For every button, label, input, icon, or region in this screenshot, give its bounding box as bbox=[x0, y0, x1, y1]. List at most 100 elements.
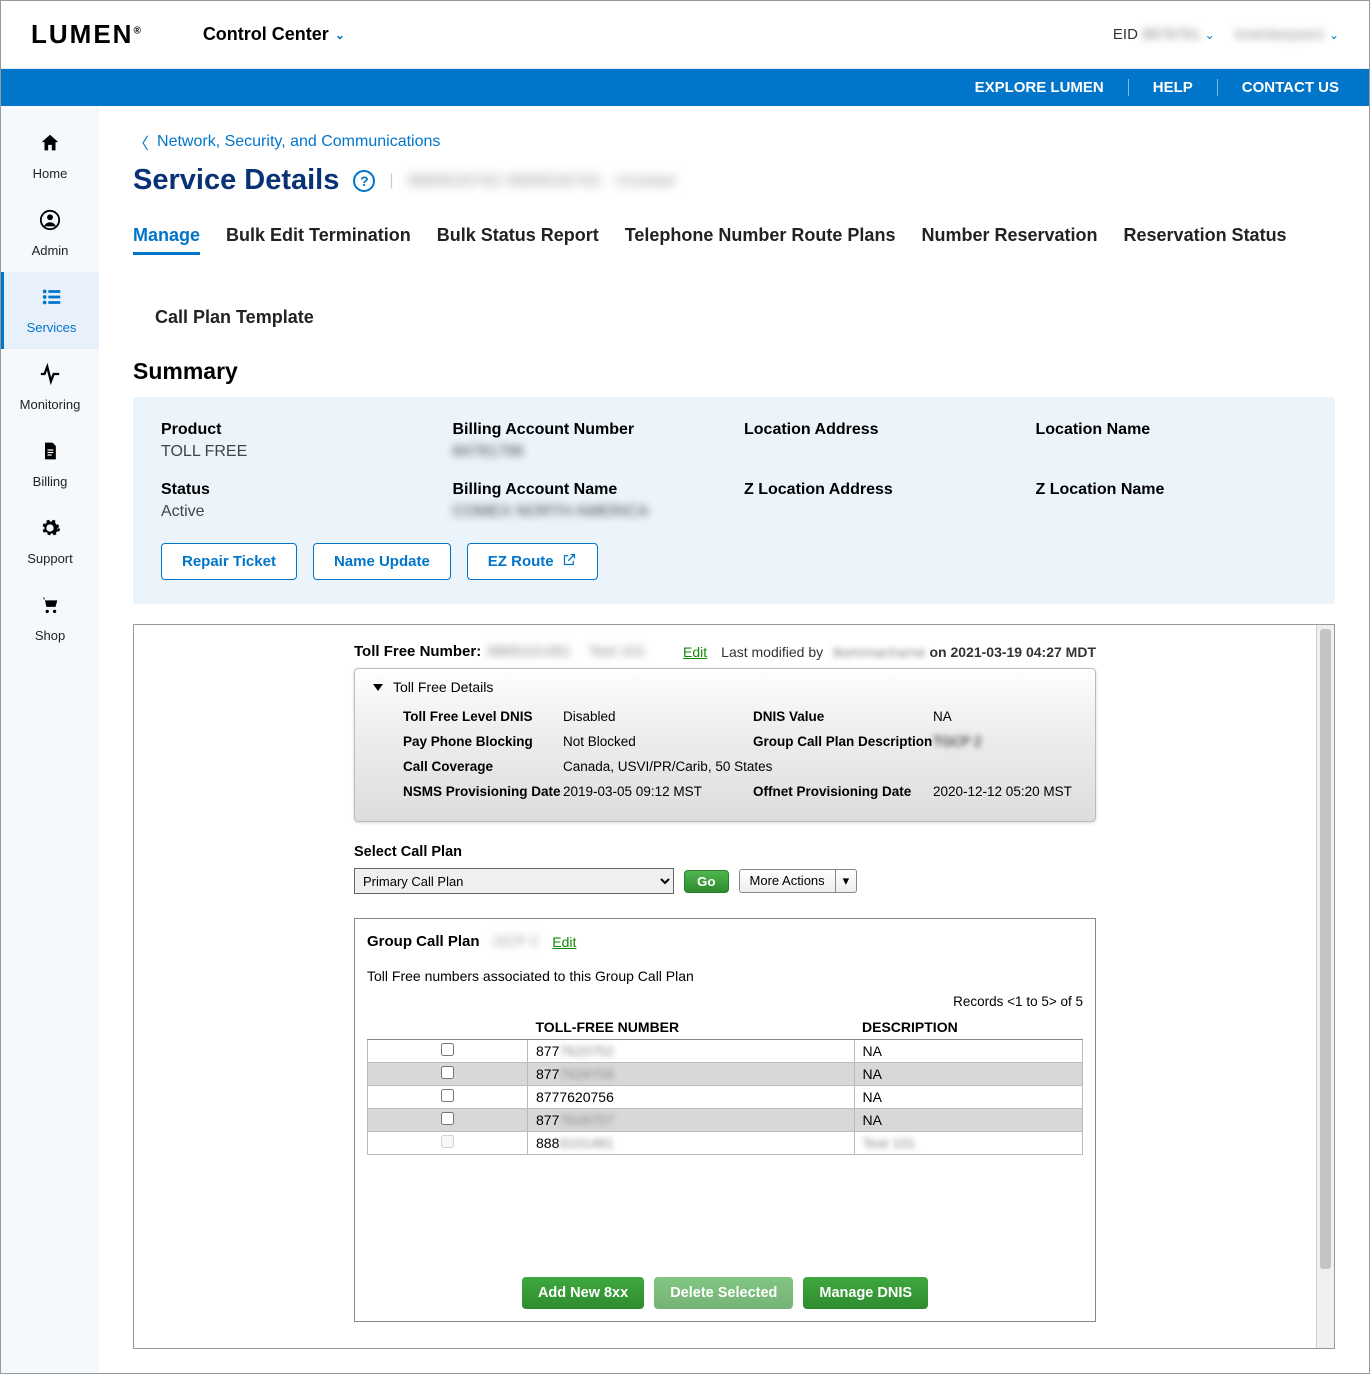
scrollbar-thumb[interactable] bbox=[1320, 629, 1331, 1269]
add-new-8xx-button[interactable]: Add New 8xx bbox=[522, 1277, 644, 1309]
table-row: 8889101481 Test 101 bbox=[368, 1132, 1083, 1155]
sidebar-item-admin[interactable]: Admin bbox=[1, 195, 99, 272]
tab-reservation-status[interactable]: Reservation Status bbox=[1124, 225, 1287, 255]
user-dropdown[interactable]: inventoryusr1 ⌄ bbox=[1235, 26, 1339, 43]
coverage-value: Canada, USVI/PR/Carib, 50 States bbox=[563, 759, 1077, 774]
nsms-date-label: NSMS Provisioning Date bbox=[403, 784, 563, 799]
sidebar-item-billing[interactable]: Billing bbox=[1, 426, 99, 503]
row-checkbox[interactable] bbox=[441, 1135, 454, 1148]
ban-label: Billing Account Number bbox=[453, 421, 725, 439]
row-checkbox[interactable] bbox=[441, 1089, 454, 1102]
records-count: Records <1 to 5> of 5 bbox=[367, 994, 1083, 1009]
toll-free-table: TOLL-FREE NUMBER DESCRIPTION 8777620752 … bbox=[367, 1015, 1083, 1155]
z-location-name-label: Z Location Name bbox=[1036, 481, 1308, 499]
toll-free-number-value: 8889101481 bbox=[487, 643, 570, 660]
tab-telephone-number-route-plans[interactable]: Telephone Number Route Plans bbox=[625, 225, 896, 255]
manage-dnis-button[interactable]: Manage DNIS bbox=[803, 1277, 928, 1309]
table-row: 8777628756 NA bbox=[368, 1063, 1083, 1086]
control-center-dropdown[interactable]: Control Center ⌄ bbox=[203, 24, 345, 45]
ez-route-button[interactable]: EZ Route bbox=[467, 543, 598, 580]
row-checkbox[interactable] bbox=[441, 1043, 454, 1056]
sidebar-item-shop[interactable]: Shop bbox=[1, 580, 99, 657]
help-icon[interactable]: ? bbox=[353, 170, 375, 192]
payphone-value: Not Blocked bbox=[563, 734, 753, 749]
sidebar-item-label: Services bbox=[27, 320, 77, 335]
summary-box: ProductTOLL FREE Billing Account Number8… bbox=[133, 397, 1335, 604]
gcp-desc-value: TGCP 2 bbox=[933, 734, 1077, 749]
delete-selected-button[interactable]: Delete Selected bbox=[654, 1277, 793, 1309]
select-call-plan-label: Select Call Plan bbox=[354, 844, 1096, 860]
call-plan-select[interactable]: Primary Call Plan bbox=[354, 868, 674, 894]
sidebar-item-support[interactable]: Support bbox=[1, 503, 99, 580]
repair-ticket-button[interactable]: Repair Ticket bbox=[161, 543, 297, 580]
last-modified-text: Last modified by tkemmacharne on 2021-03… bbox=[721, 644, 1096, 660]
nsms-date-value: 2019-03-05 09:12 MST bbox=[563, 784, 753, 799]
document-icon bbox=[40, 440, 60, 468]
list-icon bbox=[41, 286, 63, 314]
eid-dropdown[interactable]: EID 8878781 ⌄ bbox=[1113, 26, 1215, 43]
contact-us-link[interactable]: CONTACT US bbox=[1217, 79, 1339, 96]
sidebar-item-services[interactable]: Services bbox=[1, 272, 99, 349]
user-value: inventoryusr1 bbox=[1235, 26, 1325, 43]
more-actions-dropdown[interactable]: More Actions ▾ bbox=[739, 869, 858, 893]
sidebar-item-label: Support bbox=[27, 551, 73, 566]
row-checkbox[interactable] bbox=[441, 1112, 454, 1125]
toll-free-details-title: Toll Free Details bbox=[393, 679, 493, 695]
table-row: 8777628757 NA bbox=[368, 1109, 1083, 1132]
eid-label: EID bbox=[1113, 26, 1138, 43]
gcp-desc-label: Group Call Plan Description bbox=[753, 734, 933, 749]
explore-lumen-link[interactable]: EXPLORE LUMEN bbox=[951, 79, 1104, 96]
page-title: Service Details bbox=[133, 164, 339, 197]
more-actions-label: More Actions bbox=[740, 870, 835, 892]
row-checkbox[interactable] bbox=[441, 1066, 454, 1079]
control-center-label: Control Center bbox=[203, 24, 329, 45]
help-link[interactable]: HELP bbox=[1128, 79, 1193, 96]
table-row: 8777620756 NA bbox=[368, 1086, 1083, 1109]
scrollbar[interactable] bbox=[1316, 625, 1334, 1348]
edit-group-link[interactable]: Edit bbox=[552, 934, 576, 950]
status-label: Status bbox=[161, 481, 433, 499]
group-call-plan-id: GCP 2 bbox=[494, 933, 539, 950]
dnis-value: Disabled bbox=[563, 709, 753, 724]
cart-icon bbox=[39, 594, 61, 622]
chevron-down-icon: ▾ bbox=[835, 870, 857, 892]
location-address-label: Location Address bbox=[744, 421, 1016, 439]
ba-name-value: COMEX NORTH AMERICA bbox=[453, 503, 725, 521]
th-toll-free-number: TOLL-FREE NUMBER bbox=[528, 1015, 855, 1040]
summary-heading: Summary bbox=[133, 358, 1335, 385]
chevron-down-icon: ⌄ bbox=[1205, 28, 1215, 42]
edit-toll-free-link[interactable]: Edit bbox=[683, 644, 707, 660]
group-call-plan-box: Group Call Plan GCP 2 Edit Toll Free num… bbox=[354, 918, 1096, 1322]
chevron-left-icon: 〈 bbox=[133, 130, 149, 154]
sidebar-item-label: Admin bbox=[32, 243, 69, 258]
th-description: DESCRIPTION bbox=[854, 1015, 1082, 1040]
page-title-meta: 8889526762 8889526762 · October bbox=[408, 171, 677, 191]
utility-bar: EXPLORE LUMEN HELP CONTACT US bbox=[1, 69, 1369, 106]
breadcrumb[interactable]: 〈 Network, Security, and Communications bbox=[133, 130, 1335, 154]
activity-icon bbox=[39, 363, 61, 391]
sidebar-item-label: Shop bbox=[35, 628, 65, 643]
table-row: 8777620752 NA bbox=[368, 1040, 1083, 1063]
sidebar-item-label: Home bbox=[33, 166, 68, 181]
user-icon bbox=[39, 209, 61, 237]
name-update-button[interactable]: Name Update bbox=[313, 543, 451, 580]
tab-call-plan-template[interactable]: Call Plan Template bbox=[155, 307, 314, 334]
offnet-date-value: 2020-12-12 05:20 MST bbox=[933, 784, 1077, 799]
external-link-icon bbox=[562, 552, 577, 571]
toll-free-details-box: Toll Free Details Toll Free Level DNIS D… bbox=[354, 668, 1096, 822]
sidebar-item-monitoring[interactable]: Monitoring bbox=[1, 349, 99, 426]
go-button[interactable]: Go bbox=[684, 870, 729, 893]
breadcrumb-label: Network, Security, and Communications bbox=[157, 133, 440, 151]
tab-number-reservation[interactable]: Number Reservation bbox=[921, 225, 1097, 255]
coverage-label: Call Coverage bbox=[403, 759, 563, 774]
dnis-value-label: DNIS Value bbox=[753, 709, 933, 724]
tab-manage[interactable]: Manage bbox=[133, 225, 200, 255]
tab-bulk-status-report[interactable]: Bulk Status Report bbox=[437, 225, 599, 255]
tab-bulk-edit-termination[interactable]: Bulk Edit Termination bbox=[226, 225, 411, 255]
th-checkbox bbox=[368, 1015, 528, 1040]
tabs: Manage Bulk Edit Termination Bulk Status… bbox=[133, 225, 1335, 334]
ban-value: 84781796 bbox=[453, 443, 725, 461]
sidebar-item-home[interactable]: Home bbox=[1, 118, 99, 195]
caret-down-icon[interactable] bbox=[373, 684, 383, 691]
brand-logo: LUMEN® bbox=[31, 19, 143, 50]
